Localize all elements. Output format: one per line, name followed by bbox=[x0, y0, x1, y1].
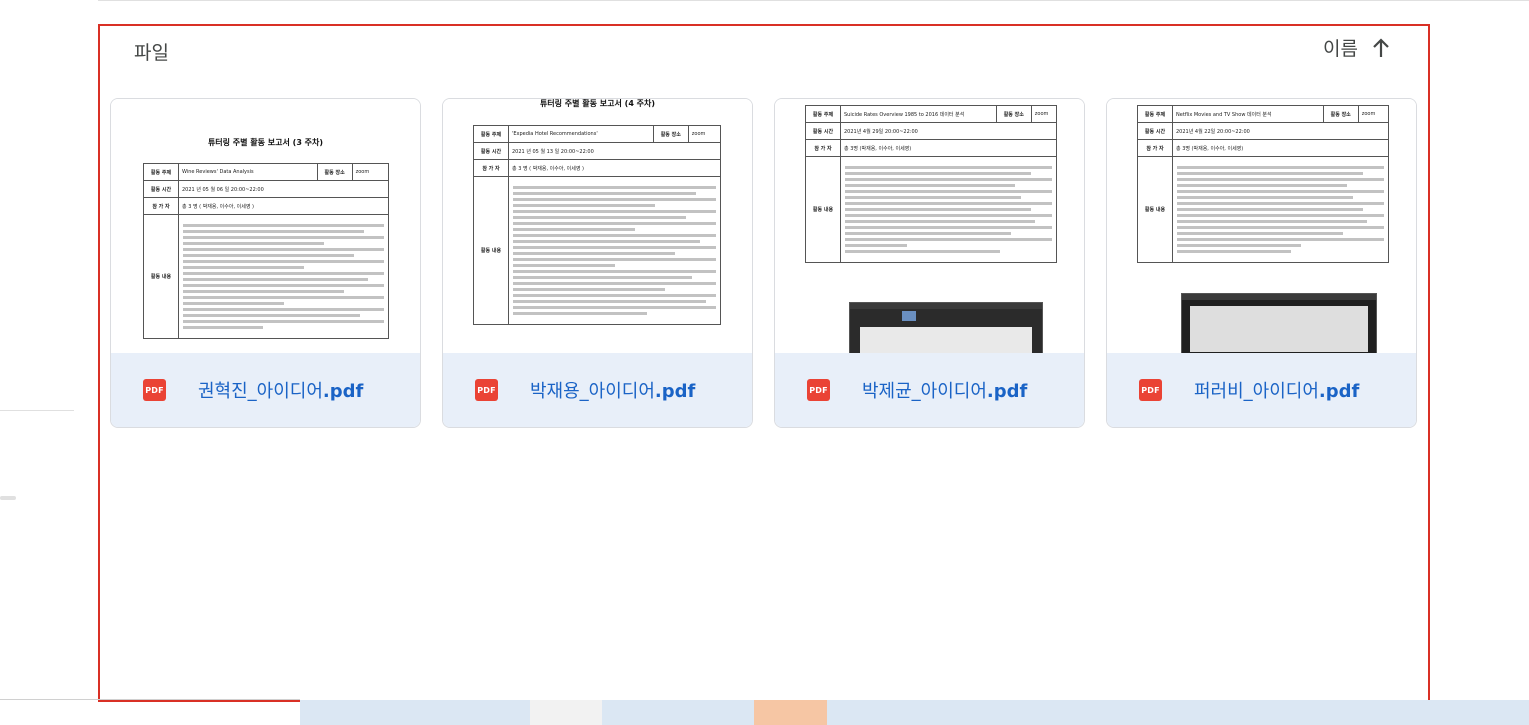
table-cell: 활동 시간 bbox=[143, 180, 179, 198]
sort-control: 이름 bbox=[1323, 34, 1390, 61]
table-cell: 총 3 명 ( 박재용, 이수아, 이세영 ) bbox=[508, 159, 721, 177]
arrow-up-icon[interactable] bbox=[1372, 37, 1390, 58]
table-cell: 활동 장소 bbox=[1322, 105, 1359, 123]
table-cell: 활동 주제 bbox=[143, 163, 179, 181]
table-cell: 2021년 4월 29일 20:00~22:00 bbox=[840, 122, 1057, 140]
table-cell: 활동 장소 bbox=[316, 163, 353, 181]
file-name: 박제균_아이디어.pdf bbox=[862, 381, 1028, 402]
thumbnail-body-text bbox=[840, 156, 1057, 263]
table-cell: zoom bbox=[687, 125, 722, 143]
table-cell: 2021년 4월 22일 20:00~22:00 bbox=[1172, 122, 1389, 140]
thumbnail-table: 활동 주제 Netflix Movies and TV Show 데이터 분석 … bbox=[1137, 105, 1390, 263]
file-thumbnail: 활동 주제 Suicide Rates Overview 1985 to 201… bbox=[775, 99, 1084, 353]
file-card[interactable]: 활동 주제 Suicide Rates Overview 1985 to 201… bbox=[774, 98, 1085, 428]
taskbar-segment bbox=[827, 700, 1529, 725]
sort-by-name-button[interactable]: 이름 bbox=[1323, 34, 1390, 61]
table-cell: 2021 년 05 월 06 일 20:00~22:00 bbox=[178, 180, 389, 198]
table-cell: 'Expedia Hotel Recommendations' bbox=[508, 125, 654, 143]
table-cell: 활동 주제 bbox=[1137, 105, 1173, 123]
table-cell: 활동 주제 bbox=[805, 105, 841, 123]
thumbnail-body-text bbox=[508, 176, 721, 325]
file-name: 박재용_아이디어.pdf bbox=[530, 381, 696, 402]
sort-label: 이름 bbox=[1323, 38, 1358, 60]
table-cell: Suicide Rates Overview 1985 to 2016 데이터 … bbox=[840, 105, 997, 123]
file-card-footer: PDF 박제균_아이디어.pdf bbox=[775, 353, 1084, 427]
table-cell: 총 3명 (박재용, 이수아, 이세영) bbox=[840, 139, 1057, 157]
thumbnail-table: 활동 주제 Wine Reviews' Data Analysis 활동 장소 … bbox=[143, 163, 390, 339]
file-thumbnail: 튜터링 주별 활동 보고서 (4 주차) 활동 주제 'Expedia Hote… bbox=[443, 99, 752, 353]
files-section: 파일 이름 튜터링 주별 활동 보고서 (3 주차) 활동 주제 Wine Re… bbox=[98, 24, 1430, 702]
table-cell: 활동 내용 bbox=[473, 176, 509, 325]
taskbar-segment bbox=[300, 700, 530, 725]
table-cell: zoom bbox=[351, 163, 390, 181]
pdf-icon: PDF bbox=[475, 379, 498, 401]
pdf-icon: PDF bbox=[1139, 379, 1162, 401]
file-card[interactable]: 튜터링 주별 활동 보고서 (4 주차) 활동 주제 'Expedia Hote… bbox=[442, 98, 753, 428]
taskbar-segment bbox=[754, 700, 827, 725]
table-cell: zoom bbox=[1357, 105, 1390, 123]
table-cell: Netflix Movies and TV Show 데이터 분석 bbox=[1172, 105, 1324, 123]
table-cell: 참 가 자 bbox=[1137, 139, 1173, 157]
top-divider bbox=[98, 0, 1529, 1]
thumbnail-screenshot bbox=[1181, 293, 1377, 353]
sidebar-scroll-indicator bbox=[0, 496, 16, 500]
file-name: 권혁진_아이디어.pdf bbox=[198, 381, 364, 402]
file-name: 퍼러비_아이디어.pdf bbox=[1194, 381, 1360, 402]
table-cell: 참 가 자 bbox=[805, 139, 841, 157]
file-card-footer: PDF 박재용_아이디어.pdf bbox=[443, 353, 752, 427]
taskbar-segment bbox=[602, 700, 754, 725]
pdf-icon: PDF bbox=[807, 379, 830, 401]
section-title: 파일 bbox=[134, 42, 169, 64]
thumbnail-screenshot bbox=[849, 302, 1043, 353]
thumbnail-table: 활동 주제 Suicide Rates Overview 1985 to 201… bbox=[805, 105, 1058, 263]
thumbnail-doc-title: 튜터링 주별 활동 보고서 (4 주차) bbox=[539, 99, 656, 108]
table-cell: 활동 내용 bbox=[1137, 156, 1173, 263]
table-cell: 참 가 자 bbox=[473, 159, 509, 177]
file-card[interactable]: 튜터링 주별 활동 보고서 (3 주차) 활동 주제 Wine Reviews'… bbox=[110, 98, 421, 428]
table-cell: 활동 주제 bbox=[473, 125, 509, 143]
file-card-footer: PDF 권혁진_아이디어.pdf bbox=[111, 353, 420, 427]
table-cell: 활동 내용 bbox=[143, 214, 179, 339]
table-cell: 활동 장소 bbox=[995, 105, 1032, 123]
table-cell: 활동 시간 bbox=[473, 142, 509, 160]
table-cell: 총 3 명 ( 박재용, 이수아, 이세영 ) bbox=[178, 197, 389, 215]
file-grid: 튜터링 주별 활동 보고서 (3 주차) 활동 주제 Wine Reviews'… bbox=[110, 98, 1417, 428]
thumbnail-body-text bbox=[178, 214, 389, 339]
file-thumbnail: 튜터링 주별 활동 보고서 (3 주차) 활동 주제 Wine Reviews'… bbox=[111, 99, 420, 353]
file-card-footer: PDF 퍼러비_아이디어.pdf bbox=[1107, 353, 1416, 427]
table-cell: 참 가 자 bbox=[143, 197, 179, 215]
sidebar-divider bbox=[0, 410, 74, 411]
file-card[interactable]: 활동 주제 Netflix Movies and TV Show 데이터 분석 … bbox=[1106, 98, 1417, 428]
taskbar-segment bbox=[530, 700, 602, 725]
pdf-icon: PDF bbox=[143, 379, 166, 401]
table-cell: 활동 장소 bbox=[652, 125, 689, 143]
thumbnail-body-text bbox=[1172, 156, 1389, 263]
table-cell: zoom bbox=[1030, 105, 1058, 123]
file-thumbnail: 활동 주제 Netflix Movies and TV Show 데이터 분석 … bbox=[1107, 99, 1416, 353]
table-cell: 활동 시간 bbox=[1137, 122, 1173, 140]
table-cell: Wine Reviews' Data Analysis bbox=[178, 163, 318, 181]
table-cell: 활동 시간 bbox=[805, 122, 841, 140]
table-cell: 총 3명 (박재용, 이수아, 이세영) bbox=[1172, 139, 1389, 157]
thumbnail-doc-title: 튜터링 주별 활동 보고서 (3 주차) bbox=[207, 138, 324, 147]
thumbnail-table: 활동 주제 'Expedia Hotel Recommendations' 활동… bbox=[473, 125, 722, 325]
bottom-divider bbox=[0, 699, 300, 700]
table-cell: 활동 내용 bbox=[805, 156, 841, 263]
table-cell: 2021 년 05 월 13 일 20:00~22:00 bbox=[508, 142, 721, 160]
